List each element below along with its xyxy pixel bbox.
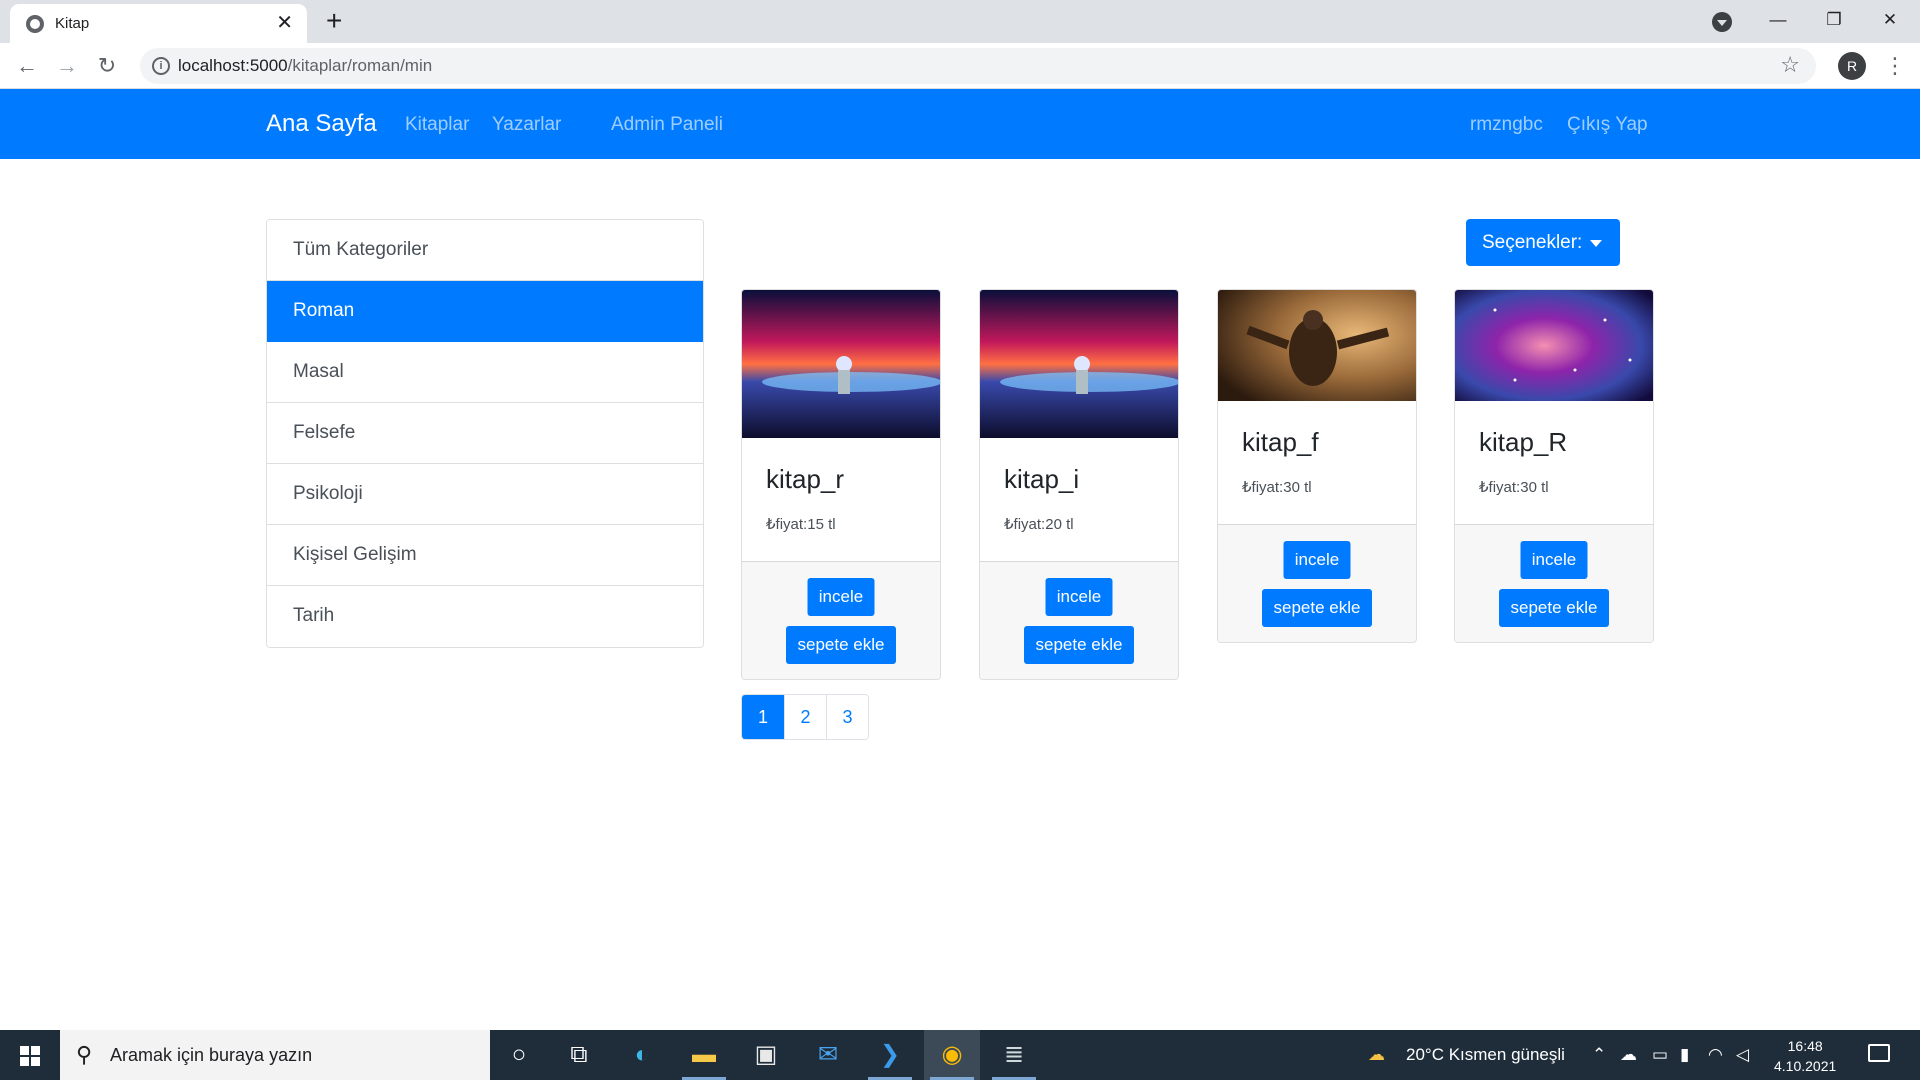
book-card: kitap_r ₺fiyat:15 tl incele sepete ekle: [741, 289, 941, 680]
file-explorer-icon[interactable]: ▬: [676, 1030, 732, 1080]
globe-icon: [26, 15, 44, 33]
back-icon[interactable]: ←: [10, 49, 44, 83]
book-title[interactable]: kitap_r: [766, 464, 916, 495]
book-title[interactable]: kitap_f: [1242, 427, 1392, 458]
chrome-icon[interactable]: ◉: [924, 1030, 980, 1080]
book-price: ₺fiyat:30 tl: [1479, 479, 1549, 496]
astronaut-space-image[interactable]: [742, 290, 940, 438]
view-button[interactable]: incele: [1283, 541, 1351, 579]
book-card: kitap_f ₺fiyat:30 tl incele sepete ekle: [1217, 289, 1417, 643]
man-in-rain-image[interactable]: [1218, 290, 1416, 401]
clock[interactable]: 16:48 4.10.2021: [1774, 1036, 1836, 1076]
new-tab-icon[interactable]: +: [326, 5, 342, 37]
nav-link-admin[interactable]: Admin Paneli: [611, 114, 723, 136]
minimize-icon[interactable]: —: [1750, 0, 1806, 43]
weather-icon[interactable]: ☁: [1368, 1045, 1385, 1065]
forward-icon[interactable]: →: [50, 49, 84, 83]
category-item-felsefe[interactable]: Felsefe: [267, 403, 703, 464]
view-button[interactable]: incele: [807, 578, 875, 616]
category-item-tum[interactable]: Tüm Kategoriler: [267, 220, 703, 281]
view-button[interactable]: incele: [1045, 578, 1113, 616]
url-host: localhost:5000: [178, 56, 288, 75]
add-to-cart-button[interactable]: sepete ekle: [1499, 589, 1609, 627]
brand-link[interactable]: Ana Sayfa: [266, 110, 377, 138]
clock-date: 4.10.2021: [1774, 1058, 1837, 1074]
bookmark-star-icon[interactable]: ☆: [1780, 52, 1800, 78]
add-to-cart-button[interactable]: sepete ekle: [786, 626, 896, 664]
nav-link-yazarlar[interactable]: Yazarlar: [492, 114, 561, 136]
windows-start-icon[interactable]: [20, 1046, 40, 1066]
tray-chevron-icon[interactable]: ⌃: [1592, 1045, 1606, 1065]
nav-logout[interactable]: Çıkış Yap: [1567, 114, 1648, 136]
taskbar: ⚲ Aramak için buraya yazın ○ ⧉ ◐ ▬ ▣ ✉ ❯…: [0, 1030, 1920, 1080]
restore-icon[interactable]: ❐: [1806, 0, 1862, 43]
nav-link-kitaplar[interactable]: Kitaplar: [405, 114, 469, 136]
card-footer: incele sepete ekle: [1455, 524, 1653, 642]
site-navbar: Ana Sayfa Kitaplar Yazarlar Admin Paneli…: [0, 89, 1920, 159]
vscode-icon[interactable]: ❯: [862, 1030, 918, 1080]
taskbar-search[interactable]: ⚲ Aramak için buraya yazın: [60, 1030, 490, 1080]
info-icon[interactable]: i: [152, 57, 170, 75]
card-footer: incele sepete ekle: [1218, 524, 1416, 642]
onedrive-icon[interactable]: ☁: [1620, 1045, 1637, 1065]
weather-text[interactable]: 20°C Kısmen güneşli: [1406, 1045, 1565, 1065]
cortana-icon[interactable]: ○: [491, 1030, 547, 1080]
reload-icon[interactable]: ↻: [90, 49, 124, 83]
browser-tab[interactable]: Kitap ✕: [10, 4, 307, 43]
pagination: 1 2 3: [741, 694, 869, 740]
task-view-icon[interactable]: ⧉: [551, 1030, 607, 1080]
category-item-psikoloji[interactable]: Psikoloji: [267, 464, 703, 525]
mail-icon[interactable]: ✉: [800, 1030, 856, 1080]
caret-down-icon: [1590, 240, 1602, 247]
tab-title: Kitap: [55, 15, 90, 32]
profile-avatar[interactable]: R: [1838, 52, 1866, 80]
book-card: kitap_i ₺fiyat:20 tl incele sepete ekle: [979, 289, 1179, 680]
category-list: Tüm Kategoriler Roman Masal Felsefe Psik…: [266, 219, 704, 648]
notification-icon[interactable]: [1868, 1044, 1890, 1062]
browser-tab-strip: Kitap ✕ + — ❐ ✕: [0, 0, 1920, 43]
book-price: ₺fiyat:20 tl: [1004, 516, 1074, 533]
close-tab-icon[interactable]: ✕: [276, 11, 293, 35]
tab-search-icon[interactable]: [1712, 12, 1732, 32]
options-dropdown-button[interactable]: Seçenekler:: [1466, 219, 1620, 266]
add-to-cart-button[interactable]: sepete ekle: [1262, 589, 1372, 627]
store-icon[interactable]: ▣: [738, 1030, 794, 1080]
add-to-cart-button[interactable]: sepete ekle: [1024, 626, 1134, 664]
url-path: /kitaplar/roman/min: [287, 56, 433, 75]
search-icon: ⚲: [76, 1042, 93, 1067]
view-button[interactable]: incele: [1520, 541, 1588, 579]
database-icon[interactable]: ≣: [986, 1030, 1042, 1080]
card-footer: incele sepete ekle: [980, 561, 1178, 679]
nav-username[interactable]: rmzngbc: [1470, 114, 1543, 136]
book-title[interactable]: kitap_i: [1004, 464, 1154, 495]
close-window-icon[interactable]: ✕: [1862, 0, 1918, 43]
category-item-masal[interactable]: Masal: [267, 342, 703, 403]
page-2[interactable]: 2: [784, 695, 826, 739]
volume-icon[interactable]: ◁: [1736, 1045, 1749, 1065]
book-price: ₺fiyat:15 tl: [766, 516, 836, 533]
category-item-roman[interactable]: Roman: [267, 281, 703, 342]
page-1[interactable]: 1: [742, 695, 784, 739]
battery-icon[interactable]: ▮: [1680, 1045, 1689, 1065]
category-item-tarih[interactable]: Tarih: [267, 586, 703, 647]
card-footer: incele sepete ekle: [742, 561, 940, 679]
page-3[interactable]: 3: [826, 695, 868, 739]
category-item-kisisel-gelisim[interactable]: Kişisel Gelişim: [267, 525, 703, 586]
edge-icon[interactable]: ◐: [614, 1030, 670, 1080]
address-bar[interactable]: i localhost:5000/kitaplar/roman/min ☆: [140, 48, 1816, 84]
url-text: localhost:5000/kitaplar/roman/min: [178, 56, 432, 76]
browser-menu-icon[interactable]: ⋮: [1884, 52, 1906, 80]
book-card: kitap_R ₺fiyat:30 tl incele sepete ekle: [1454, 289, 1654, 643]
taskbar-search-placeholder: Aramak için buraya yazın: [110, 1045, 313, 1065]
wifi-icon[interactable]: ◠: [1708, 1045, 1723, 1065]
book-title[interactable]: kitap_R: [1479, 427, 1629, 458]
options-label: Seçenekler:: [1482, 232, 1583, 253]
browser-toolbar: ← → ↻ i localhost:5000/kitaplar/roman/mi…: [0, 43, 1920, 89]
galaxy-nebula-image[interactable]: [1455, 290, 1653, 401]
book-price: ₺fiyat:30 tl: [1242, 479, 1312, 496]
clock-time: 16:48: [1787, 1038, 1823, 1054]
meet-icon[interactable]: ▭: [1652, 1045, 1668, 1065]
astronaut-space-image[interactable]: [980, 290, 1178, 438]
